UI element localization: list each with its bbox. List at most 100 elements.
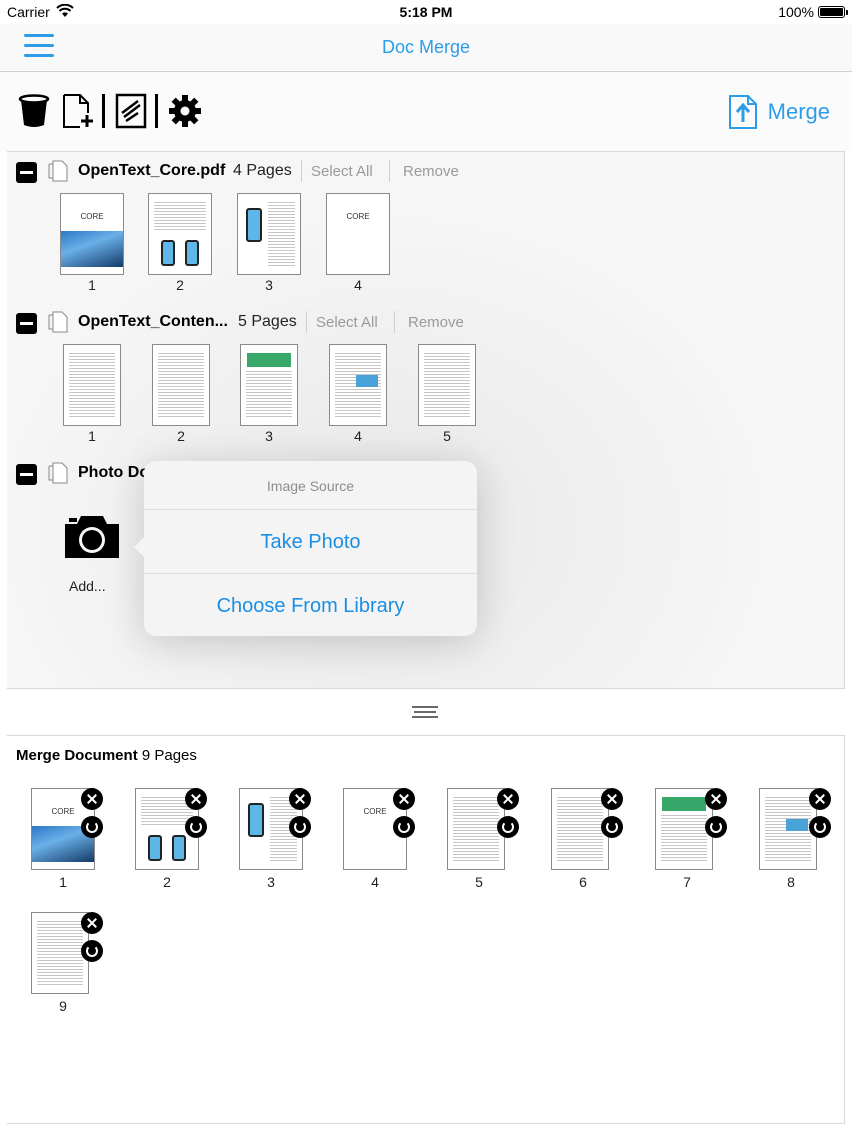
toolbar-separator <box>102 94 105 128</box>
cover-title: CORE <box>51 807 75 816</box>
battery-percent: 100% <box>778 4 814 20</box>
page-thumbnail[interactable] <box>148 193 212 275</box>
page-thumbnail[interactable] <box>240 344 298 426</box>
document-page-count: 4 Pages <box>233 162 292 179</box>
merge-page-item: 7 <box>655 788 745 898</box>
page-thumbnail[interactable]: CORE <box>326 193 390 275</box>
page-number: 1 <box>88 277 96 293</box>
page-number: 5 <box>443 428 451 444</box>
page-number: 4 <box>354 428 362 444</box>
remove-page-icon[interactable] <box>497 788 519 810</box>
document-name: OpenText_Core.pdf <box>78 162 226 179</box>
image-source-popover: Image Source Take Photo Choose From Libr… <box>134 461 477 637</box>
page-thumbnail[interactable] <box>237 193 301 275</box>
toolbar-separator <box>155 94 158 128</box>
popover-title: Image Source <box>266 478 355 494</box>
page-number: 8 <box>787 874 795 890</box>
page-number: 1 <box>88 428 96 444</box>
camera-icon[interactable] <box>63 514 121 560</box>
document-group-opentext-core: OpenText_Core.pdf 4 Pages Select All Rem… <box>7 152 844 302</box>
merge-page-item: CORE 4 <box>343 788 433 898</box>
page-number: 1 <box>59 874 67 890</box>
select-all-button[interactable]: Select All <box>311 163 373 180</box>
document-header: OpenText_Conten... 5 Pages Select All Re… <box>7 303 844 343</box>
rotate-page-icon[interactable] <box>705 816 727 838</box>
remove-page-icon[interactable] <box>809 788 831 810</box>
page-number: 2 <box>176 277 184 293</box>
rotate-page-icon[interactable] <box>809 816 831 838</box>
page-number: 3 <box>265 428 273 444</box>
remove-page-icon[interactable] <box>601 788 623 810</box>
remove-page-icon[interactable] <box>81 912 103 934</box>
choose-from-library-option[interactable]: Choose From Library <box>144 573 477 637</box>
panel-resize-handle-icon[interactable] <box>412 706 438 722</box>
merge-page-item: 6 <box>551 788 641 898</box>
merge-page-item: CORE 1 <box>31 788 121 898</box>
merge-page-item: 2 <box>135 788 225 898</box>
add-photo-label[interactable]: Add... <box>69 578 106 594</box>
rotate-page-icon[interactable] <box>289 816 311 838</box>
remove-page-icon[interactable] <box>393 788 415 810</box>
merge-label: Merge <box>767 99 830 124</box>
rotate-page-icon[interactable] <box>81 816 103 838</box>
page-thumbnail[interactable]: CORE <box>60 193 124 275</box>
remove-page-icon[interactable] <box>289 788 311 810</box>
document-file-icon <box>48 160 68 182</box>
page-number: 2 <box>163 874 171 890</box>
status-time: 5:18 PM <box>399 4 453 20</box>
navigation-bar: Doc Merge <box>0 24 852 72</box>
page-thumbnail[interactable] <box>329 344 387 426</box>
cover-title: CORE <box>363 807 387 816</box>
battery-icon <box>818 6 848 18</box>
take-photo-option[interactable]: Take Photo <box>144 509 477 573</box>
document-file-icon <box>48 311 68 333</box>
remove-page-icon[interactable] <box>185 788 207 810</box>
toolbar: Merge <box>0 72 852 152</box>
merge-document-panel[interactable]: Merge Document 9 Pages CORE 1 2 3 CORE 4… <box>7 735 845 1124</box>
page-number: 4 <box>354 277 362 293</box>
document-name: Photo Do <box>78 464 150 481</box>
page-number: 7 <box>683 874 691 890</box>
collapse-minus-icon[interactable] <box>16 162 37 183</box>
merge-document-header: Merge Document 9 Pages <box>16 747 197 764</box>
cover-title: CORE <box>346 212 370 221</box>
page-number: 3 <box>265 277 273 293</box>
document-page-count: 5 Pages <box>238 313 297 330</box>
rotate-page-icon[interactable] <box>393 816 415 838</box>
cover-title: CORE <box>80 212 104 221</box>
merge-page-item: 8 <box>759 788 849 898</box>
merge-button[interactable]: Merge <box>728 92 830 132</box>
document-name: OpenText_Conten... <box>78 313 228 330</box>
document-group-opentext-content: OpenText_Conten... 5 Pages Select All Re… <box>7 303 844 453</box>
settings-gear-icon[interactable] <box>167 93 203 129</box>
sign-document-icon[interactable] <box>114 93 150 129</box>
document-header: OpenText_Core.pdf 4 Pages Select All Rem… <box>7 152 844 192</box>
remove-button[interactable]: Remove <box>403 163 459 180</box>
new-document-icon[interactable] <box>60 93 96 129</box>
page-thumbnail[interactable] <box>152 344 210 426</box>
page-thumbnail[interactable] <box>418 344 476 426</box>
merge-page-count: 9 Pages <box>141 747 197 764</box>
page-number: 9 <box>59 998 67 1014</box>
page-number: 6 <box>579 874 587 890</box>
page-number: 4 <box>371 874 379 890</box>
collapse-minus-icon[interactable] <box>16 313 37 334</box>
page-number: 5 <box>475 874 483 890</box>
rotate-page-icon[interactable] <box>185 816 207 838</box>
remove-button[interactable]: Remove <box>408 314 464 331</box>
merge-page-item: 9 <box>31 912 121 1022</box>
merge-document-icon <box>728 95 757 129</box>
rotate-page-icon[interactable] <box>601 816 623 838</box>
document-file-icon <box>48 462 68 484</box>
trash-icon[interactable] <box>16 93 52 129</box>
page-number: 3 <box>267 874 275 890</box>
merge-page-item: 5 <box>447 788 537 898</box>
select-all-button[interactable]: Select All <box>316 314 378 331</box>
rotate-page-icon[interactable] <box>497 816 519 838</box>
rotate-page-icon[interactable] <box>81 940 103 962</box>
remove-page-icon[interactable] <box>81 788 103 810</box>
collapse-minus-icon[interactable] <box>16 464 37 485</box>
page-thumbnail[interactable] <box>63 344 121 426</box>
status-bar: Carrier 5:18 PM 100% <box>0 0 852 24</box>
remove-page-icon[interactable] <box>705 788 727 810</box>
